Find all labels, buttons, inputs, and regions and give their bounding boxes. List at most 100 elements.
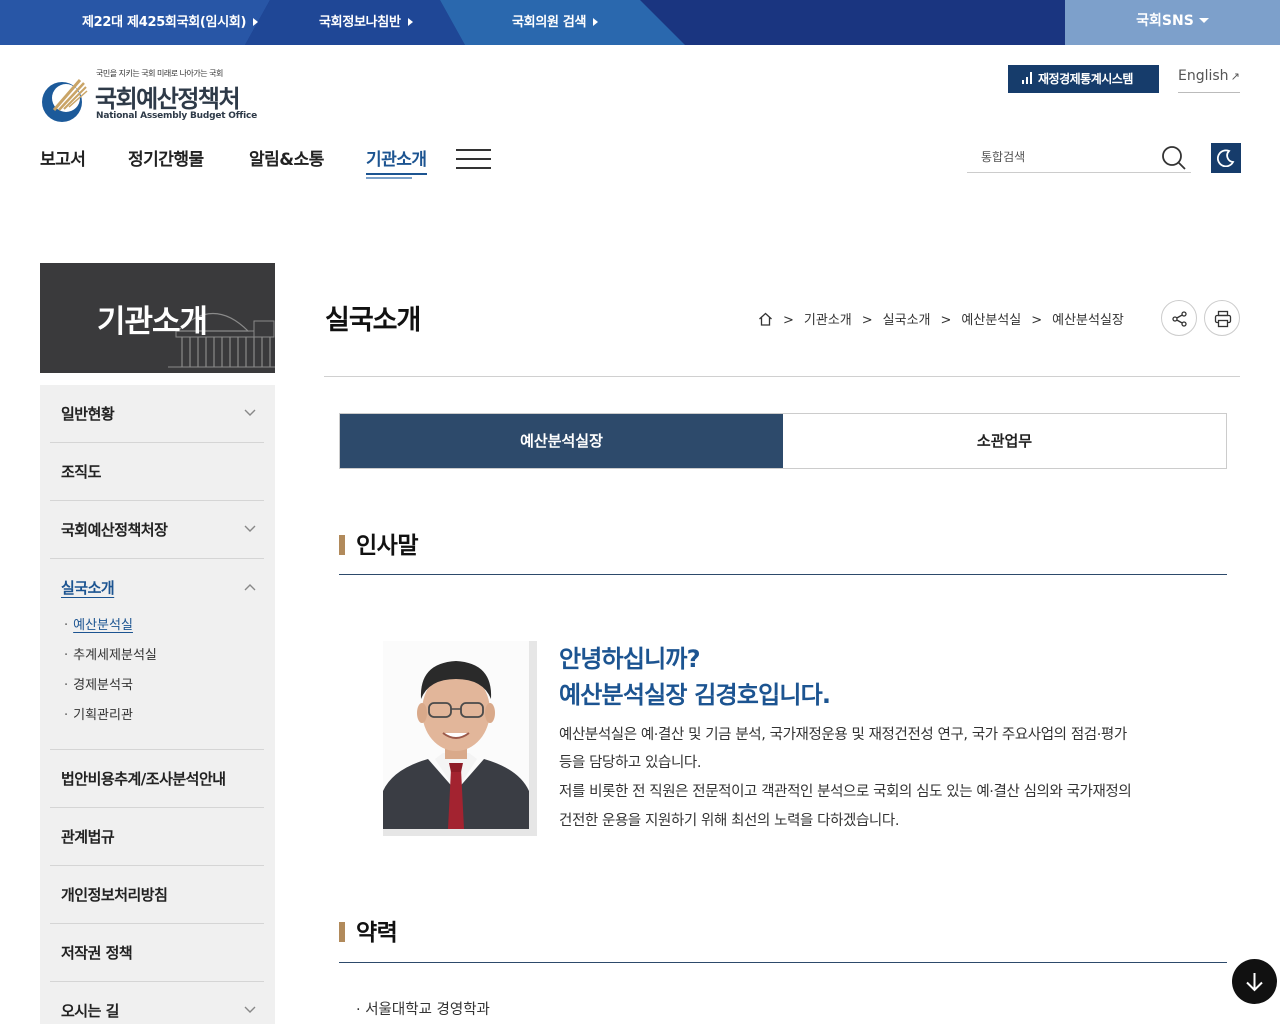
chevron-down-icon bbox=[244, 409, 256, 416]
section-heading-career-text: 약력 bbox=[356, 920, 398, 946]
sidebar-sub-label: 기획관리관 bbox=[73, 708, 133, 723]
hamburger-line bbox=[456, 158, 491, 160]
stat-system-button[interactable]: 재정경제통계시스템 bbox=[1008, 65, 1159, 93]
caret-down-icon bbox=[1198, 18, 1209, 23]
section-divider bbox=[339, 574, 1227, 575]
search-input[interactable] bbox=[967, 143, 1147, 171]
caret-right-icon bbox=[593, 18, 599, 26]
sidebar-item-org-chart[interactable]: 조직도 bbox=[50, 443, 264, 501]
topbar-link-member-search-label: 국회의원 검색 bbox=[512, 15, 587, 30]
english-link[interactable]: English ↗ bbox=[1178, 68, 1240, 93]
sidebar-item-label: 저작권 정책 bbox=[61, 944, 133, 962]
career-item: · 서울대학교 경영학과 bbox=[356, 1002, 490, 1018]
topbar-link-session[interactable]: 제22대 제425회국회(임시회) bbox=[82, 0, 259, 45]
section-marker bbox=[339, 922, 345, 942]
section-heading-greeting-text: 인사말 bbox=[356, 533, 418, 559]
director-photo-frame bbox=[383, 641, 537, 836]
sidebar-item-bill-costing[interactable]: 법안비용추계/조사분석안내 bbox=[50, 750, 264, 808]
sidebar-item-label: 조직도 bbox=[61, 463, 101, 481]
topbar-link-session-label: 제22대 제425회국회(임시회) bbox=[82, 15, 247, 30]
breadcrumb-item[interactable]: 실국소개 bbox=[883, 309, 931, 328]
nav-periodicals[interactable]: 정기간행물 bbox=[128, 145, 204, 170]
sidebar-sub-economic-analysis[interactable]: · 경제분석국 bbox=[64, 674, 133, 693]
arrow-down-icon bbox=[1246, 973, 1263, 992]
topbar-link-compass-label: 국회정보나침반 bbox=[319, 15, 401, 30]
stat-system-label: 재정경제통계시스템 bbox=[1038, 72, 1133, 86]
sidebar: 일반현황 조직도 국회예산정책처장 실국소개 · 예산분석실 · 추계세제분석실 ·… bbox=[40, 385, 275, 1024]
english-label: English bbox=[1178, 68, 1229, 84]
sidebar-sub-tax-analysis[interactable]: · 추계세제분석실 bbox=[64, 644, 157, 663]
greeting-paragraph: 예산분석실은 예·결산 및 기금 분석, 국가재정운용 및 재정건전성 연구, … bbox=[559, 727, 1127, 743]
content-tabs: 예산분석실장 소관업무 bbox=[339, 413, 1227, 469]
section-heading-career: 약력 bbox=[339, 913, 398, 947]
search-icon[interactable] bbox=[1161, 145, 1187, 171]
logo-name-en: National Assembly Budget Office bbox=[96, 111, 258, 121]
sidebar-item-laws[interactable]: 관계법규 bbox=[50, 808, 264, 866]
tab-duties[interactable]: 소관업무 bbox=[783, 414, 1226, 468]
caret-right-icon bbox=[253, 18, 259, 26]
share-button[interactable] bbox=[1161, 300, 1197, 336]
section-heading-greeting: 인사말 bbox=[339, 526, 418, 560]
sidebar-item-privacy[interactable]: 개인정보처리방침 bbox=[50, 866, 264, 924]
sidebar-item-overview[interactable]: 일반현황 bbox=[50, 385, 264, 443]
topbar-link-compass[interactable]: 국회정보나침반 bbox=[319, 0, 413, 45]
all-menu-button[interactable] bbox=[456, 149, 491, 171]
sidebar-item-copyright[interactable]: 저작권 정책 bbox=[50, 924, 264, 982]
section-divider bbox=[339, 962, 1227, 963]
career-item-text: 서울대학교 경영학과 bbox=[365, 1002, 490, 1018]
greeting-line-2: 예산분석실장 김경호입니다. bbox=[559, 681, 831, 709]
hamburger-line bbox=[456, 149, 491, 151]
nav-reports[interactable]: 보고서 bbox=[40, 145, 86, 170]
top-bar: 제22대 제425회국회(임시회) 국회정보나침반 국회의원 검색 국회SNS bbox=[0, 0, 1280, 45]
page-title: 실국소개 bbox=[325, 305, 421, 336]
home-icon[interactable] bbox=[758, 312, 773, 328]
share-icon bbox=[1172, 311, 1187, 327]
sidebar-banner: 기관소개 bbox=[40, 263, 275, 373]
printer-icon bbox=[1214, 310, 1232, 328]
greeting-paragraph: 등을 담당하고 있습니다. bbox=[559, 755, 702, 771]
director-photo bbox=[383, 641, 529, 829]
chevron-down-icon bbox=[244, 525, 256, 532]
scroll-down-button[interactable] bbox=[1232, 959, 1277, 1004]
breadcrumb-item[interactable]: 기관소개 bbox=[804, 309, 852, 328]
sidebar-sub-budget-analysis[interactable]: · 예산분석실 bbox=[64, 614, 133, 633]
sidebar-item-departments[interactable]: 실국소개 · 예산분석실 · 추계세제분석실 · 경제분석국 · 기획관리관 bbox=[50, 559, 264, 750]
greeting-paragraph: 저를 비롯한 전 직원은 전문적이고 객관적인 분석으로 국회의 심도 있는 예… bbox=[559, 784, 1132, 800]
sidebar-item-label: 관계법규 bbox=[61, 828, 115, 846]
sidebar-sub-label: 추계세제분석실 bbox=[73, 648, 157, 663]
breadcrumb-item[interactable]: 예산분석실장 bbox=[1052, 309, 1124, 328]
sns-label: 국회SNS bbox=[1136, 13, 1194, 29]
chevron-down-icon bbox=[244, 1006, 256, 1013]
caret-right-icon bbox=[407, 18, 413, 26]
sidebar-banner-title: 기관소개 bbox=[97, 304, 208, 340]
topbar-link-member-search[interactable]: 국회의원 검색 bbox=[512, 0, 599, 45]
nav-about[interactable]: 기관소개 bbox=[366, 145, 427, 179]
sidebar-sub-label: 예산분석실 bbox=[73, 618, 133, 633]
sidebar-item-label: 오시는 길 bbox=[61, 1002, 119, 1020]
dark-mode-button[interactable] bbox=[1211, 143, 1241, 173]
sidebar-item-label: 법안비용추계/조사분석안내 bbox=[61, 770, 226, 788]
hamburger-line bbox=[456, 167, 491, 169]
section-marker bbox=[339, 535, 345, 555]
external-arrow-icon: ↗ bbox=[1230, 70, 1240, 83]
sns-dropdown[interactable]: 국회SNS bbox=[1065, 0, 1280, 45]
content-divider bbox=[324, 376, 1240, 377]
moon-icon bbox=[1217, 149, 1235, 167]
sidebar-item-directions[interactable]: 오시는 길 bbox=[50, 982, 264, 1024]
greeting-line-1: 안녕하십니까? bbox=[559, 645, 701, 673]
sidebar-item-label: 실국소개 bbox=[61, 579, 115, 597]
greeting-paragraph: 건전한 운용을 지원하기 위해 최선의 노력을 다하겠습니다. bbox=[559, 813, 900, 829]
nav-news[interactable]: 알림&소통 bbox=[249, 145, 324, 170]
sidebar-item-label: 일반현황 bbox=[61, 405, 115, 423]
breadcrumb-item[interactable]: 예산분석실 bbox=[961, 309, 1021, 328]
sidebar-item-label: 국회예산정책처장 bbox=[61, 521, 168, 539]
tab-director[interactable]: 예산분석실장 bbox=[340, 414, 783, 468]
print-button[interactable] bbox=[1204, 300, 1240, 336]
sidebar-sub-planning[interactable]: · 기획관리관 bbox=[64, 704, 133, 723]
sidebar-item-chief[interactable]: 국회예산정책처장 bbox=[50, 501, 264, 559]
logo[interactable]: 국민을 지키는 국회 미래로 나아가는 국회 국회예산정책처 National … bbox=[40, 66, 257, 126]
logo-emblem-icon bbox=[42, 79, 88, 122]
logo-name: 국회예산정책처 bbox=[95, 85, 241, 113]
chevron-up-icon bbox=[244, 584, 256, 591]
logo-slogan: 국민을 지키는 국회 미래로 나아가는 국회 bbox=[96, 69, 223, 78]
